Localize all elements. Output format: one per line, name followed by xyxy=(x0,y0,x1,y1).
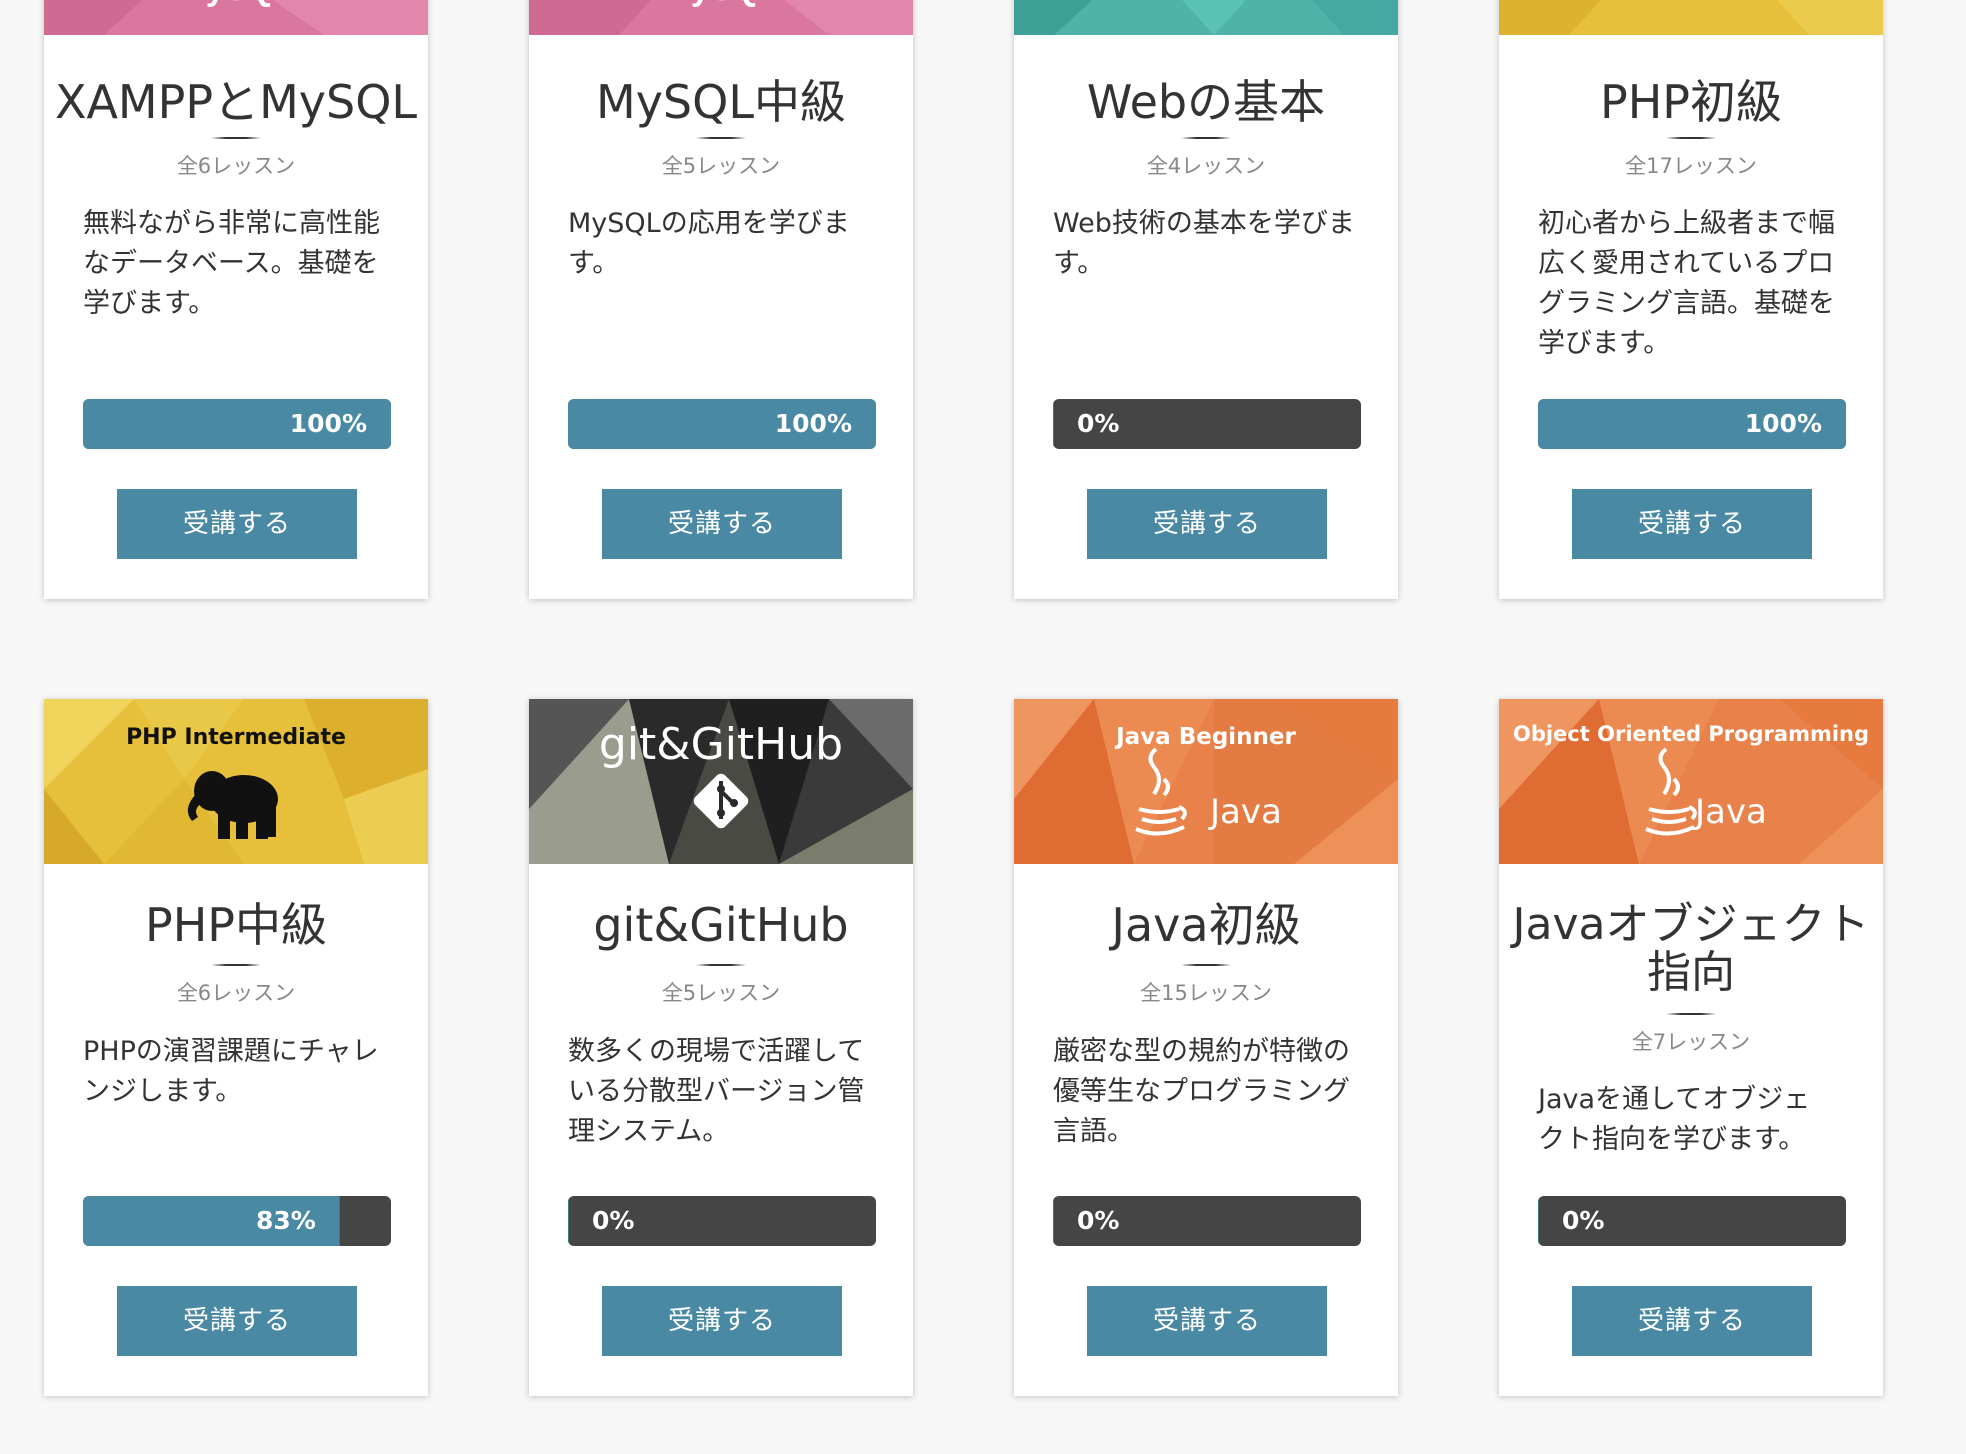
course-title: Javaオブジェクト指向 xyxy=(1512,899,1870,998)
progress-label: 100% xyxy=(1744,409,1822,438)
lesson-count: 全4レッスン xyxy=(1146,154,1266,178)
course-banner-java: Java Beginner Java xyxy=(1014,699,1398,864)
course-banner-php xyxy=(1499,0,1883,35)
course-title: PHP中級 xyxy=(144,898,328,952)
lesson-count: 全6レッスン xyxy=(176,154,296,178)
progress-label: 0% xyxy=(1077,1206,1120,1235)
progress-bar: 0% xyxy=(1053,1196,1361,1246)
enroll-button[interactable]: 受講する xyxy=(602,489,842,559)
progress-fill xyxy=(1053,399,1054,449)
title-divider xyxy=(1666,137,1716,139)
enroll-button[interactable]: 受講する xyxy=(1087,489,1327,559)
progress-fill xyxy=(568,1196,569,1246)
course-card: PHP初級 全17レッスン 初心者から上級者まで幅広く愛用されているプログラミン… xyxy=(1499,0,1883,599)
progress-bar: 0% xyxy=(1538,1196,1846,1246)
course-description: 初心者から上級者まで幅広く愛用されているプログラミング言語。基礎を学びます。 xyxy=(1538,208,1835,359)
course-description: MySQLの応用を学びます。 xyxy=(568,208,850,279)
progress-label: 0% xyxy=(592,1206,635,1235)
progress-label: 100% xyxy=(289,409,367,438)
progress-bar: 100% xyxy=(568,399,876,449)
progress-fill xyxy=(1538,1196,1539,1246)
course-description: 厳密な型の規約が特徴の優等生なプログラミング言語。 xyxy=(1053,1036,1350,1147)
course-title: Webの基本 xyxy=(1086,75,1326,129)
java-logo-text: Java xyxy=(1208,792,1282,832)
course-card: Object Oriented Programming Java Javaオブジ… xyxy=(1499,699,1883,1396)
title-divider xyxy=(1666,1013,1716,1015)
lesson-count: 全5レッスン xyxy=(661,981,781,1005)
progress-bar: 100% xyxy=(83,399,391,449)
enroll-button[interactable]: 受講する xyxy=(1572,1286,1812,1356)
enroll-button[interactable]: 受講する xyxy=(117,489,357,559)
title-divider xyxy=(211,964,261,966)
lesson-count: 全15レッスン xyxy=(1140,981,1272,1005)
course-description: Javaを通してオブジェクト指向を学びます。 xyxy=(1538,1084,1811,1155)
course-banner-mysql: MySQL xyxy=(529,0,913,35)
progress-bar: 100% xyxy=(1538,399,1846,449)
course-title: git&GitHub xyxy=(593,898,849,952)
progress-bar: 0% xyxy=(1053,399,1361,449)
enroll-button[interactable]: 受講する xyxy=(1572,489,1812,559)
progress-label: 100% xyxy=(774,409,852,438)
java-logo-text: Java xyxy=(1693,792,1767,832)
lesson-count: 全6レッスン xyxy=(176,981,296,1005)
progress-label: 0% xyxy=(1562,1206,1605,1235)
progress-bar: 0% xyxy=(568,1196,876,1246)
banner-title: MySQL xyxy=(662,0,779,8)
banner-title: Object Oriented Programming xyxy=(1513,722,1869,746)
banner-title: git&GitHub xyxy=(599,719,843,770)
title-divider xyxy=(1181,137,1231,139)
banner-title: MySQL xyxy=(177,0,294,8)
banner-title: PHP Intermediate xyxy=(126,725,346,750)
course-banner-mysql: MySQL xyxy=(44,0,428,35)
course-banner-php: PHP Intermediate xyxy=(44,699,428,864)
course-title: Java初級 xyxy=(1111,898,1301,952)
course-banner-web xyxy=(1014,0,1398,35)
lesson-count: 全5レッスン xyxy=(661,154,781,178)
title-divider xyxy=(211,137,261,139)
progress-label: 83% xyxy=(256,1206,316,1235)
title-divider xyxy=(1181,964,1231,966)
course-title: XAMPPとMySQL xyxy=(54,75,418,129)
lesson-count: 全17レッスン xyxy=(1625,154,1757,178)
course-description: PHPの演習課題にチャレンジします。 xyxy=(83,1036,379,1107)
progress-fill xyxy=(1053,1196,1054,1246)
lesson-count: 全7レッスン xyxy=(1631,1030,1751,1054)
course-card: MySQL MySQL中級 全5レッスン MySQLの応用を学びます。 100%… xyxy=(529,0,913,599)
course-card: Java Beginner Java Java初級 全15レッスン 厳密な型の規… xyxy=(1014,699,1398,1396)
enroll-button[interactable]: 受講する xyxy=(602,1286,842,1356)
banner-title: Java Beginner xyxy=(1114,724,1296,750)
enroll-button[interactable]: 受講する xyxy=(1087,1286,1327,1356)
course-card: git&GitHub git&GitHub 全5レッスン 数多くの現場で活躍して… xyxy=(529,699,913,1396)
course-card: MySQL XAMPPとMySQL 全6レッスン 無料ながら非常に高性能なデータ… xyxy=(44,0,428,599)
course-description: 無料ながら非常に高性能なデータベース。基礎を学びます。 xyxy=(83,208,380,319)
course-card: Webの基本 全4レッスン Web技術の基本を学びます。 0% 受講する xyxy=(1014,0,1398,599)
title-divider xyxy=(696,964,746,966)
course-title: PHP初級 xyxy=(1599,75,1783,129)
course-description: 数多くの現場で活躍している分散型バージョン管理システム。 xyxy=(568,1036,865,1147)
course-title: MySQL中級 xyxy=(596,75,846,129)
course-card: PHP Intermediate PHP中級 全6レッスン PHPの演習課題にチ… xyxy=(44,699,428,1396)
enroll-button[interactable]: 受講する xyxy=(117,1286,357,1356)
course-banner-java: Object Oriented Programming Java xyxy=(1499,699,1883,864)
course-description: Web技術の基本を学びます。 xyxy=(1053,208,1355,279)
progress-bar: 83% xyxy=(83,1196,391,1246)
course-banner-git: git&GitHub xyxy=(529,699,913,864)
progress-label: 0% xyxy=(1077,409,1120,438)
title-divider xyxy=(696,137,746,139)
